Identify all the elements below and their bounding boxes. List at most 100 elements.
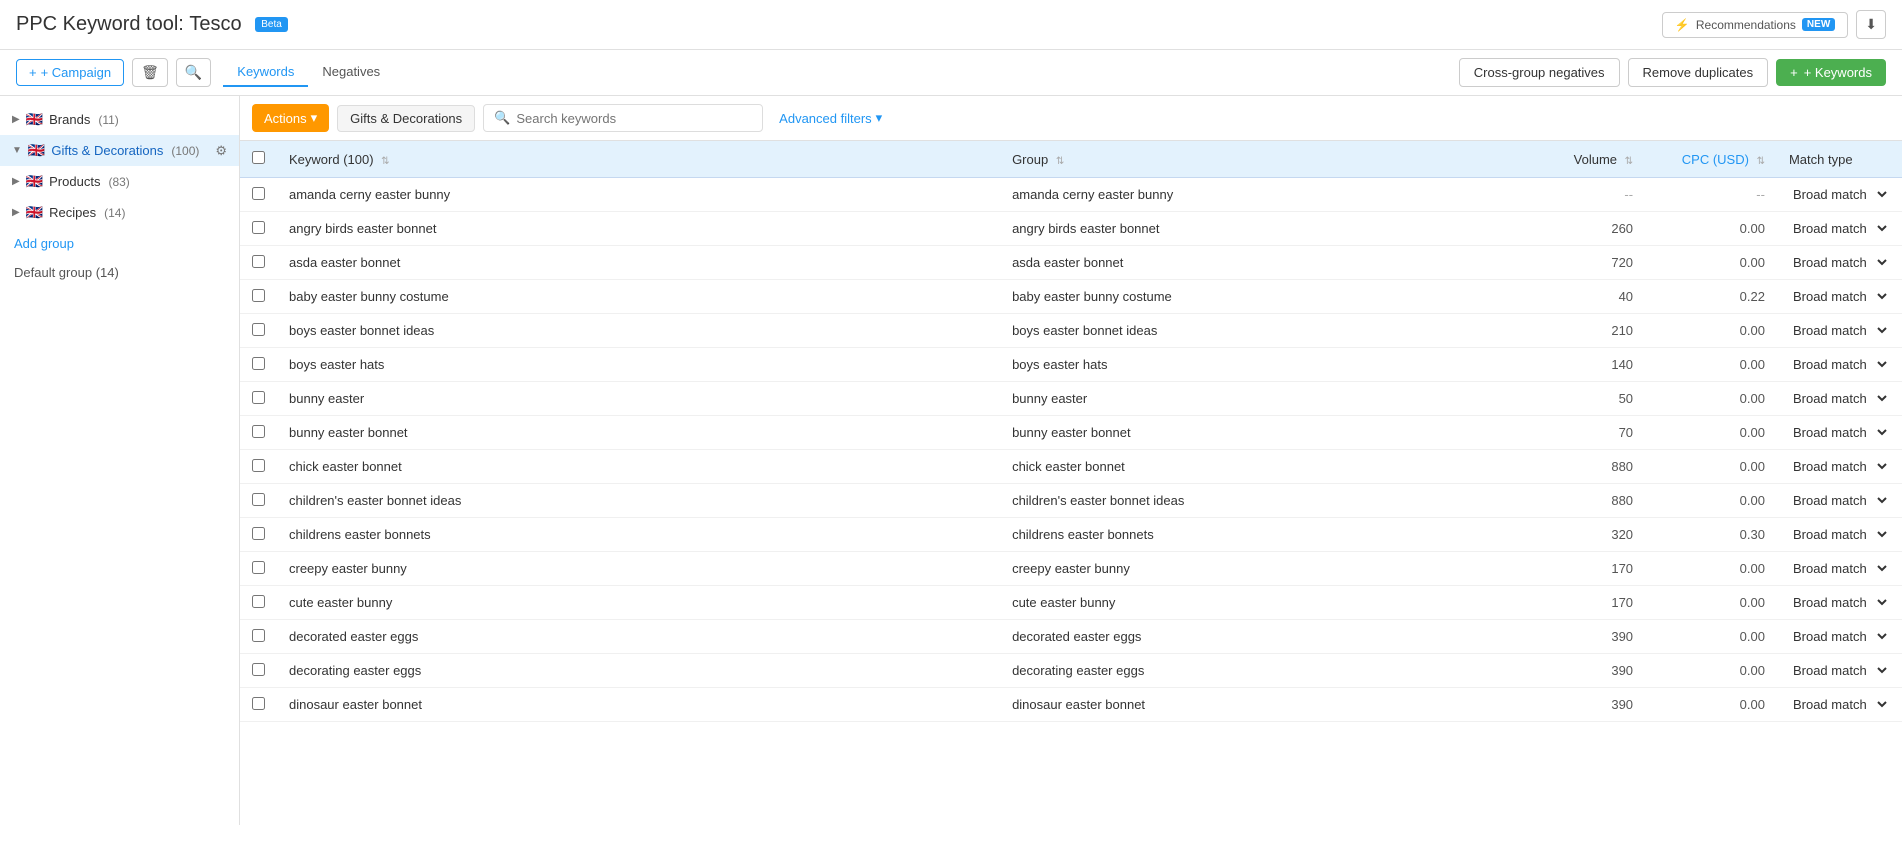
row-checkbox[interactable] xyxy=(252,323,265,336)
group-col-header[interactable]: Group ⇅ xyxy=(1000,141,1482,178)
search-box: 🔍 xyxy=(483,104,763,132)
table-row: cute easter bunny cute easter bunny 170 … xyxy=(240,586,1902,620)
row-checkbox[interactable] xyxy=(252,663,265,676)
row-checkbox[interactable] xyxy=(252,629,265,642)
keyword-cell: amanda cerny easter bunny xyxy=(277,178,1000,212)
search-button[interactable]: 🔍 xyxy=(176,58,211,87)
match-type-cell: Broad match Phrase match Exact match xyxy=(1777,484,1902,518)
volume-cell: 390 xyxy=(1482,688,1645,722)
match-type-select[interactable]: Broad match Phrase match Exact match xyxy=(1789,254,1890,271)
match-type-select[interactable]: Broad match Phrase match Exact match xyxy=(1789,492,1890,509)
row-checkbox[interactable] xyxy=(252,357,265,370)
remove-duplicates-button[interactable]: Remove duplicates xyxy=(1628,58,1769,87)
match-type-select[interactable]: Broad match Phrase match Exact match xyxy=(1789,560,1890,577)
match-type-select[interactable]: Broad match Phrase match Exact match xyxy=(1789,662,1890,679)
cpc-cell: 0.00 xyxy=(1645,382,1777,416)
group-label: Recipes xyxy=(49,205,96,220)
group-filter-tag[interactable]: Gifts & Decorations xyxy=(337,105,475,132)
match-type-select[interactable]: Broad match Phrase match Exact match xyxy=(1789,356,1890,373)
table-row: children's easter bonnet ideas children'… xyxy=(240,484,1902,518)
sidebar-group-products: ▶ 🇬🇧 Products (83) xyxy=(0,166,239,197)
match-type-cell: Broad match Phrase match Exact match xyxy=(1777,620,1902,654)
tab-negatives[interactable]: Negatives xyxy=(308,58,394,87)
cpc-cell: 0.00 xyxy=(1645,620,1777,654)
search-input[interactable] xyxy=(516,111,752,126)
tab-keywords[interactable]: Keywords xyxy=(223,58,308,87)
row-checkbox-cell xyxy=(240,654,277,688)
cpc-col-header[interactable]: CPC (USD) ⇅ xyxy=(1645,141,1777,178)
volume-cell: 210 xyxy=(1482,314,1645,348)
gear-icon[interactable]: ⚙ xyxy=(215,143,227,159)
select-all-checkbox[interactable] xyxy=(252,151,265,164)
table-row: chick easter bonnet chick easter bonnet … xyxy=(240,450,1902,484)
actions-label: Actions xyxy=(264,111,307,126)
row-checkbox[interactable] xyxy=(252,459,265,472)
row-checkbox[interactable] xyxy=(252,595,265,608)
match-type-select[interactable]: Broad match Phrase match Exact match xyxy=(1789,424,1890,441)
volume-cell: 40 xyxy=(1482,280,1645,314)
match-type-select[interactable]: Broad match Phrase match Exact match xyxy=(1789,186,1890,203)
match-type-cell: Broad match Phrase match Exact match xyxy=(1777,654,1902,688)
add-campaign-button[interactable]: + + Campaign xyxy=(16,59,124,86)
cross-group-button[interactable]: Cross-group negatives xyxy=(1459,58,1620,87)
match-type-cell: Broad match Phrase match Exact match xyxy=(1777,552,1902,586)
row-checkbox[interactable] xyxy=(252,527,265,540)
actions-button[interactable]: Actions ▾ xyxy=(252,104,329,132)
table-row: creepy easter bunny creepy easter bunny … xyxy=(240,552,1902,586)
download-button[interactable]: ⬇ xyxy=(1856,10,1886,39)
keyword-cell: angry birds easter bonnet xyxy=(277,212,1000,246)
add-keywords-button[interactable]: + + Keywords xyxy=(1776,59,1886,86)
match-type-select[interactable]: Broad match Phrase match Exact match xyxy=(1789,458,1890,475)
match-type-select[interactable]: Broad match Phrase match Exact match xyxy=(1789,628,1890,645)
group-count: (83) xyxy=(108,175,129,189)
row-checkbox[interactable] xyxy=(252,697,265,710)
match-type-select[interactable]: Broad match Phrase match Exact match xyxy=(1789,220,1890,237)
advanced-filters-button[interactable]: Advanced filters ▾ xyxy=(771,105,890,131)
sidebar-item-brands[interactable]: ▶ 🇬🇧 Brands (11) xyxy=(0,104,239,135)
row-checkbox[interactable] xyxy=(252,221,265,234)
row-checkbox[interactable] xyxy=(252,391,265,404)
add-group-link[interactable]: Add group xyxy=(0,228,239,259)
group-cell: asda easter bonnet xyxy=(1000,246,1482,280)
cpc-cell: 0.00 xyxy=(1645,348,1777,382)
cpc-cell: 0.00 xyxy=(1645,212,1777,246)
match-type-select[interactable]: Broad match Phrase match Exact match xyxy=(1789,390,1890,407)
trash-icon: 🗑 xyxy=(141,64,159,80)
row-checkbox-cell xyxy=(240,348,277,382)
sidebar-item-gifts-decorations[interactable]: ▼ 🇬🇧 Gifts & Decorations (100) ⚙ xyxy=(0,135,239,166)
match-type-select[interactable]: Broad match Phrase match Exact match xyxy=(1789,322,1890,339)
download-icon: ⬇ xyxy=(1865,16,1877,32)
keyword-cell: bunny easter xyxy=(277,382,1000,416)
row-checkbox[interactable] xyxy=(252,493,265,506)
sort-icon: ⇅ xyxy=(1056,156,1064,167)
match-type-select[interactable]: Broad match Phrase match Exact match xyxy=(1789,526,1890,543)
row-checkbox[interactable] xyxy=(252,187,265,200)
sidebar-item-products[interactable]: ▶ 🇬🇧 Products (83) xyxy=(0,166,239,197)
dropdown-icon: ▾ xyxy=(876,110,883,126)
group-col-label: Group xyxy=(1012,152,1048,167)
row-checkbox[interactable] xyxy=(252,425,265,438)
volume-col-header[interactable]: Volume ⇅ xyxy=(1482,141,1645,178)
default-group-item[interactable]: Default group (14) xyxy=(0,259,239,286)
match-type-select[interactable]: Broad match Phrase match Exact match xyxy=(1789,288,1890,305)
table-row: asda easter bonnet asda easter bonnet 72… xyxy=(240,246,1902,280)
row-checkbox[interactable] xyxy=(252,289,265,302)
cpc-cell: 0.00 xyxy=(1645,654,1777,688)
sidebar-item-recipes[interactable]: ▶ 🇬🇧 Recipes (14) xyxy=(0,197,239,228)
keywords-table: Keyword (100) ⇅ Group ⇅ Volume ⇅ CPC xyxy=(240,141,1902,722)
cpc-cell: 0.00 xyxy=(1645,450,1777,484)
group-cell: creepy easter bunny xyxy=(1000,552,1482,586)
delete-button[interactable]: 🗑 xyxy=(132,58,168,87)
group-cell: dinosaur easter bonnet xyxy=(1000,688,1482,722)
group-cell: angry birds easter bonnet xyxy=(1000,212,1482,246)
match-type-select[interactable]: Broad match Phrase match Exact match xyxy=(1789,594,1890,611)
recommendations-button[interactable]: ⚡ Recommendations NEW xyxy=(1662,12,1848,38)
row-checkbox-cell xyxy=(240,620,277,654)
match-type-cell: Broad match Phrase match Exact match xyxy=(1777,518,1902,552)
match-type-select[interactable]: Broad match Phrase match Exact match xyxy=(1789,696,1890,713)
row-checkbox[interactable] xyxy=(252,255,265,268)
keyword-col-header[interactable]: Keyword (100) ⇅ xyxy=(277,141,1000,178)
sidebar: ▶ 🇬🇧 Brands (11) ▼ 🇬🇧 Gifts & Decoration… xyxy=(0,96,240,825)
row-checkbox[interactable] xyxy=(252,561,265,574)
sidebar-group-recipes: ▶ 🇬🇧 Recipes (14) xyxy=(0,197,239,228)
